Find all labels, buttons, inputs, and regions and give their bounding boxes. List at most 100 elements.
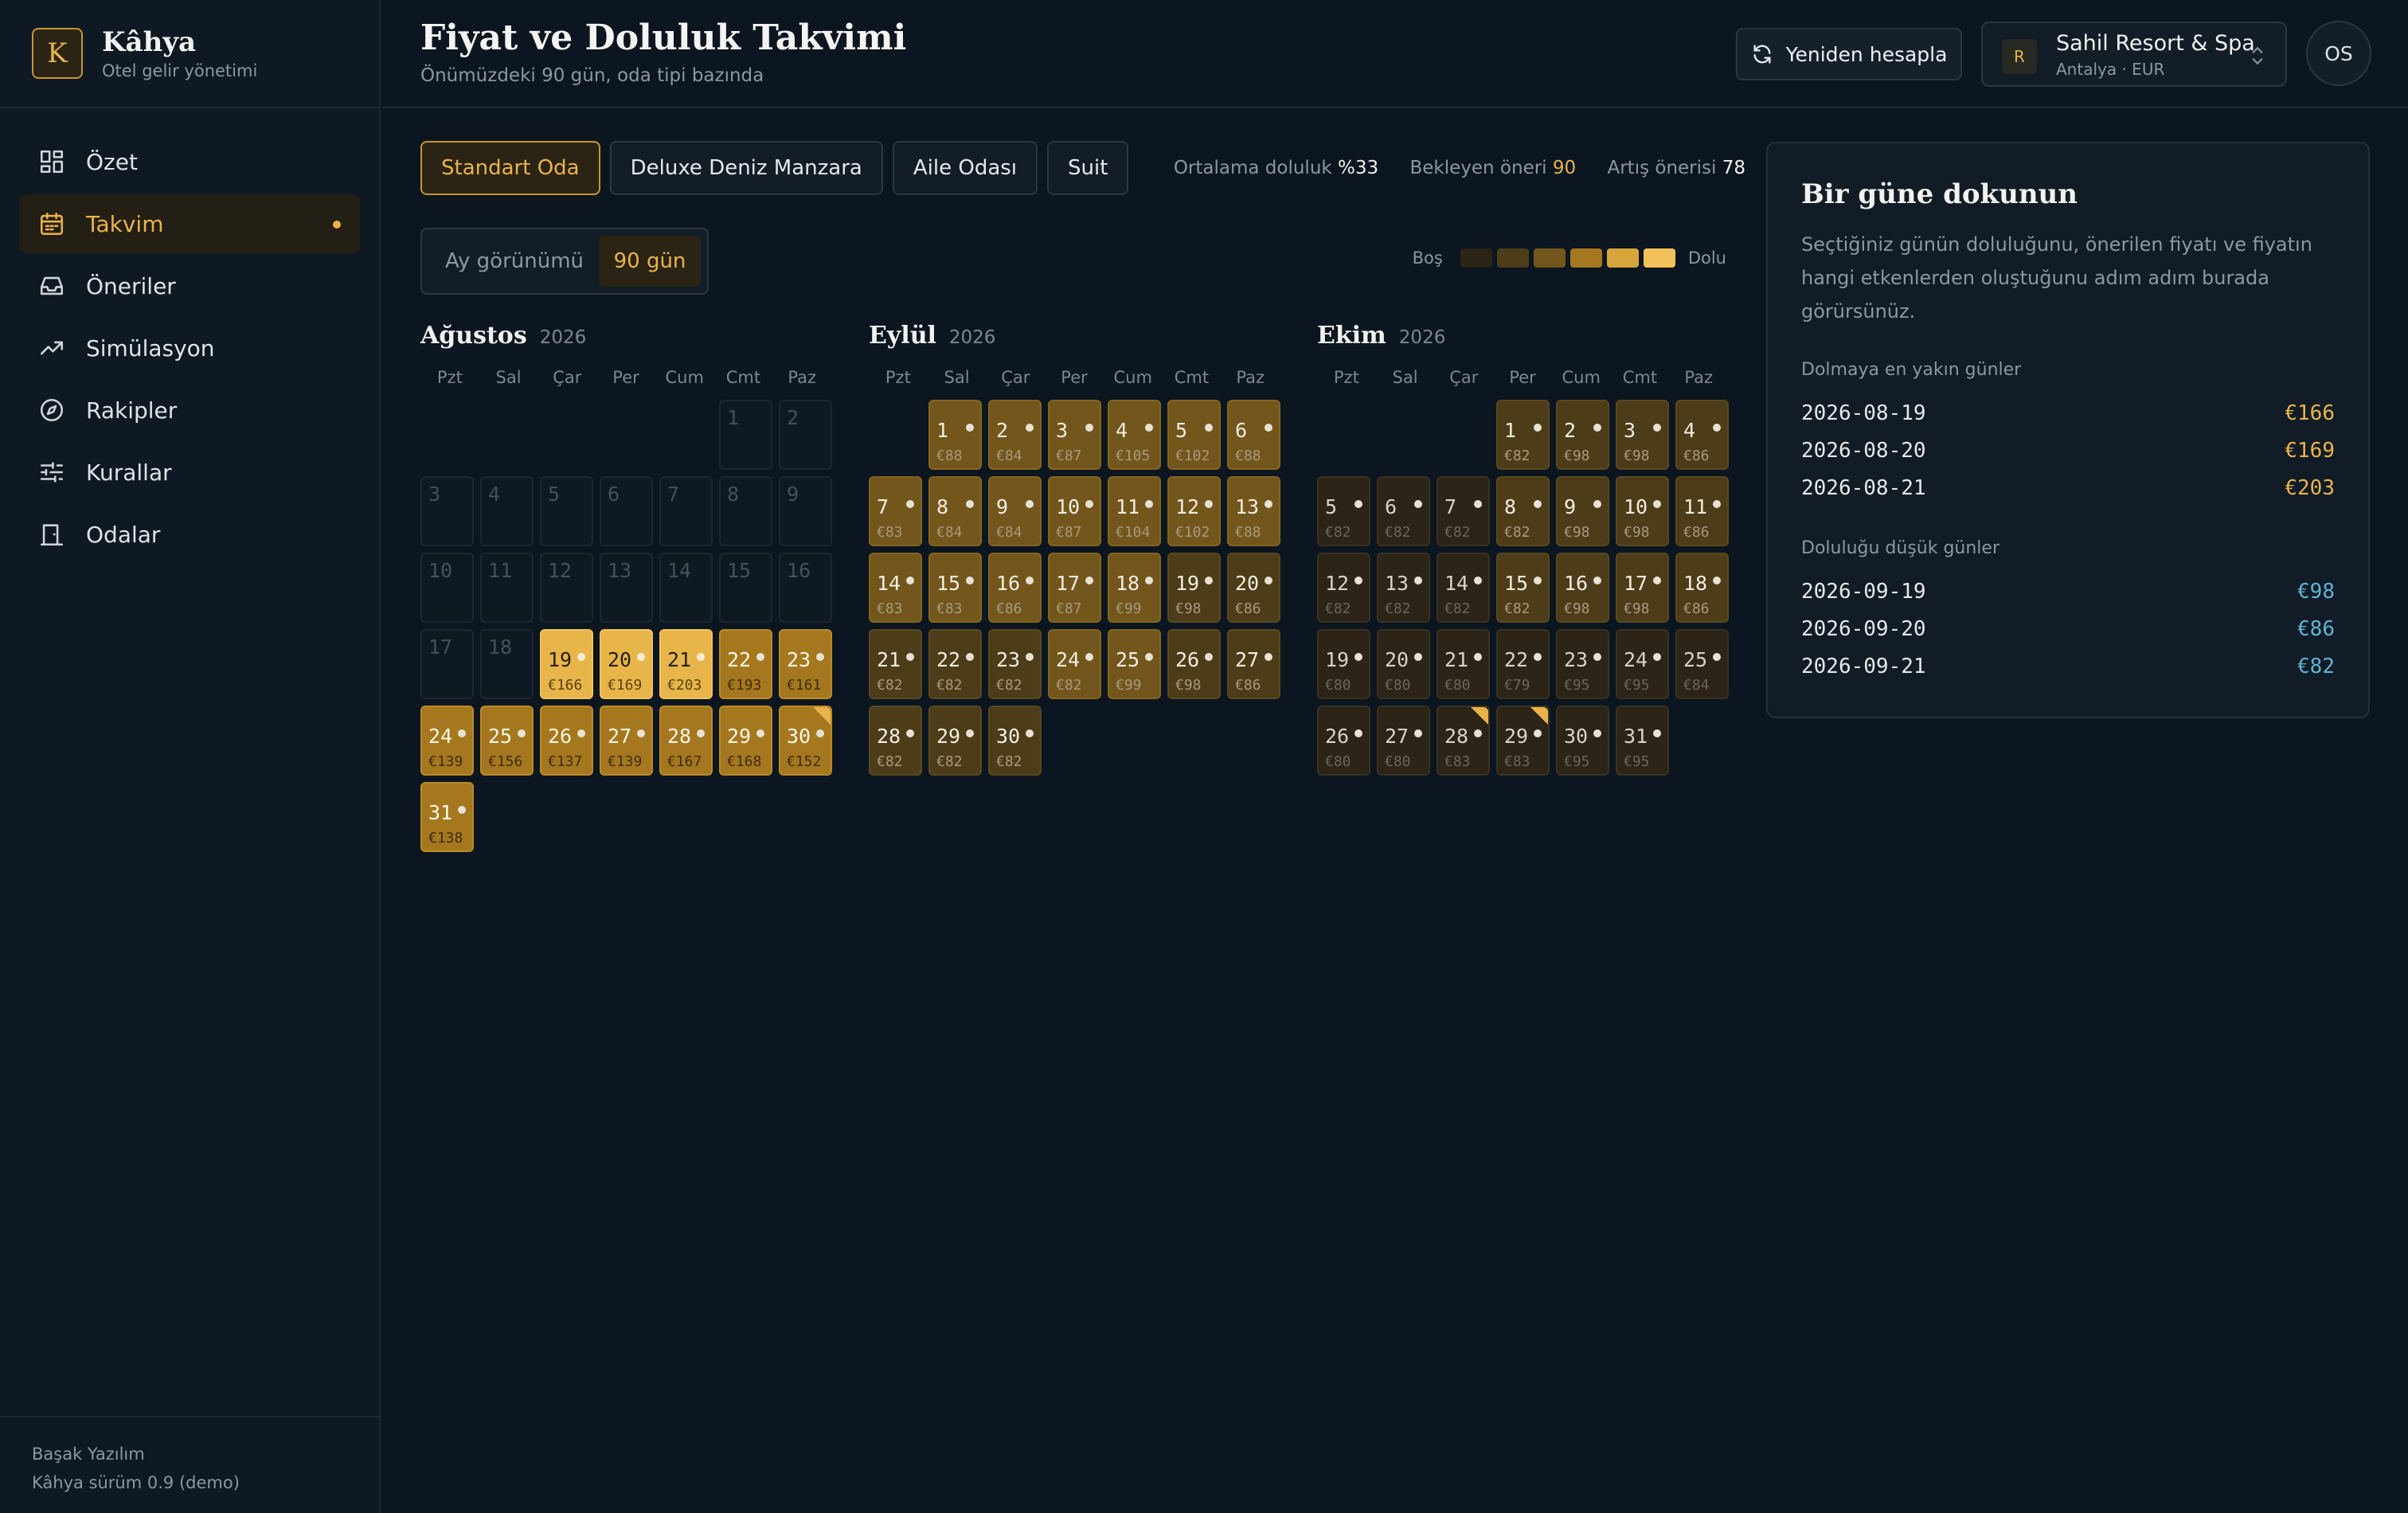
day-cell[interactable]: 4 €86 xyxy=(1675,400,1729,470)
day-cell[interactable]: 19 €80 xyxy=(1317,629,1370,699)
day-cell[interactable]: 2 €84 xyxy=(988,400,1042,470)
day-cell[interactable]: 11 €104 xyxy=(1108,476,1161,546)
panel-row[interactable]: 2026-08-21 €203 xyxy=(1801,469,2335,506)
tab-room-3[interactable]: Suit xyxy=(1047,141,1129,195)
day-cell[interactable]: 25 €99 xyxy=(1108,629,1161,699)
day-cell[interactable]: 9 €84 xyxy=(988,476,1042,546)
sidebar-item-2[interactable]: Öneriler xyxy=(19,256,360,315)
day-cell[interactable]: 20 €80 xyxy=(1377,629,1430,699)
panel-row[interactable]: 2026-09-21 €82 xyxy=(1801,647,2335,685)
sidebar-item-5[interactable]: Kurallar xyxy=(19,443,360,502)
day-cell[interactable]: 30 €152 xyxy=(779,706,832,776)
legend-swatch xyxy=(1606,248,1639,268)
day-cell[interactable]: 3 €98 xyxy=(1616,400,1669,470)
panel-row[interactable]: 2026-08-20 €169 xyxy=(1801,432,2335,469)
day-cell[interactable]: 24 €82 xyxy=(1048,629,1101,699)
tab-room-0[interactable]: Standart Oda xyxy=(420,141,600,195)
day-cell[interactable]: 11 €86 xyxy=(1675,476,1729,546)
day-cell[interactable]: 21 €203 xyxy=(659,629,713,699)
day-cell[interactable]: 26 €137 xyxy=(540,706,593,776)
day-number: 31 xyxy=(1624,725,1648,748)
day-cell[interactable]: 26 €80 xyxy=(1317,706,1370,776)
day-cell[interactable]: 23 €161 xyxy=(779,629,832,699)
day-cell[interactable]: 19 €166 xyxy=(540,629,593,699)
day-cell[interactable]: 6 €82 xyxy=(1377,476,1430,546)
day-cell[interactable]: 23 €95 xyxy=(1556,629,1609,699)
day-cell[interactable]: 26 €98 xyxy=(1167,629,1221,699)
day-cell[interactable]: 2 €98 xyxy=(1556,400,1609,470)
trend-icon xyxy=(40,341,64,355)
day-cell[interactable]: 16 €86 xyxy=(988,553,1042,623)
day-cell[interactable]: 20 €86 xyxy=(1227,553,1280,623)
day-cell[interactable]: 20 €169 xyxy=(600,629,653,699)
day-cell[interactable]: 27 €86 xyxy=(1227,629,1280,699)
day-cell[interactable]: 15 €82 xyxy=(1496,553,1550,623)
day-cell[interactable]: 27 €80 xyxy=(1377,706,1430,776)
day-cell[interactable]: 22 €193 xyxy=(719,629,772,699)
day-cell[interactable]: 1 €88 xyxy=(928,400,982,470)
day-cell[interactable]: 29 €83 xyxy=(1496,706,1550,776)
day-cell[interactable]: 27 €139 xyxy=(600,706,653,776)
ninety-day-view-button[interactable]: 90 gün xyxy=(599,236,701,287)
day-cell[interactable]: 6 €88 xyxy=(1227,400,1280,470)
day-cell[interactable]: 25 €156 xyxy=(480,706,534,776)
day-cell[interactable]: 17 €98 xyxy=(1616,553,1669,623)
panel-row[interactable]: 2026-08-19 €166 xyxy=(1801,394,2335,432)
day-cell[interactable]: 4 €105 xyxy=(1108,400,1161,470)
day-cell[interactable]: 31 €138 xyxy=(420,782,474,852)
day-cell[interactable]: 23 €82 xyxy=(988,629,1042,699)
day-cell[interactable]: 31 €95 xyxy=(1616,706,1669,776)
day-cell[interactable]: 21 €80 xyxy=(1437,629,1490,699)
day-cell[interactable]: 12 €82 xyxy=(1317,553,1370,623)
day-cell[interactable]: 18 €99 xyxy=(1108,553,1161,623)
day-cell[interactable]: 29 €168 xyxy=(719,706,772,776)
day-cell[interactable]: 29 €82 xyxy=(928,706,982,776)
day-cell[interactable]: 22 €82 xyxy=(928,629,982,699)
day-cell[interactable]: 24 €139 xyxy=(420,706,474,776)
day-cell[interactable]: 15 €83 xyxy=(928,553,982,623)
day-cell[interactable]: 18 €86 xyxy=(1675,553,1729,623)
hotel-selector[interactable]: R Sahil Resort & Spa Antalya · EUR xyxy=(1981,22,2287,87)
month-view-button[interactable]: Ay görünümü xyxy=(428,236,600,287)
day-cell[interactable]: 5 €82 xyxy=(1317,476,1370,546)
day-cell[interactable]: 9 €98 xyxy=(1556,476,1609,546)
day-cell[interactable]: 17 €87 xyxy=(1048,553,1101,623)
tab-room-2[interactable]: Aile Odası xyxy=(892,141,1038,195)
day-cell[interactable]: 3 €87 xyxy=(1048,400,1101,470)
day-cell[interactable]: 8 €82 xyxy=(1496,476,1550,546)
day-cell[interactable]: 21 €82 xyxy=(869,629,922,699)
weekday-label: Pzt xyxy=(436,368,463,387)
day-cell[interactable]: 7 €83 xyxy=(869,476,922,546)
day-cell[interactable]: 30 €95 xyxy=(1556,706,1609,776)
day-cell[interactable]: 22 €79 xyxy=(1496,629,1550,699)
sidebar-item-3[interactable]: Simülasyon xyxy=(19,319,360,377)
day-cell[interactable]: 28 €82 xyxy=(869,706,922,776)
day-cell[interactable]: 8 €84 xyxy=(928,476,982,546)
day-cell[interactable]: 13 €88 xyxy=(1227,476,1280,546)
day-cell[interactable]: 10 €98 xyxy=(1616,476,1669,546)
day-cell[interactable]: 7 €82 xyxy=(1437,476,1490,546)
sidebar-item-6[interactable]: Odalar xyxy=(19,505,360,564)
day-cell[interactable]: 13 €82 xyxy=(1377,553,1430,623)
tab-room-1[interactable]: Deluxe Deniz Manzara xyxy=(609,141,883,195)
day-cell[interactable]: 12 €102 xyxy=(1167,476,1221,546)
day-cell[interactable]: 1 €82 xyxy=(1496,400,1550,470)
day-cell[interactable]: 28 €83 xyxy=(1437,706,1490,776)
day-cell[interactable]: 25 €84 xyxy=(1675,629,1729,699)
panel-row[interactable]: 2026-09-20 €86 xyxy=(1801,610,2335,647)
day-cell[interactable]: 5 €102 xyxy=(1167,400,1221,470)
day-cell[interactable]: 16 €98 xyxy=(1556,553,1609,623)
day-cell[interactable]: 10 €87 xyxy=(1048,476,1101,546)
panel-row[interactable]: 2026-09-19 €98 xyxy=(1801,573,2335,610)
sidebar-item-0[interactable]: Özet xyxy=(19,132,360,191)
day-cell[interactable]: 24 €95 xyxy=(1616,629,1669,699)
day-cell[interactable]: 14 €83 xyxy=(869,553,922,623)
recalculate-button[interactable]: Yeniden hesapla xyxy=(1736,28,1962,80)
day-cell[interactable]: 19 €98 xyxy=(1167,553,1221,623)
day-cell[interactable]: 30 €82 xyxy=(988,706,1042,776)
day-cell[interactable]: 28 €167 xyxy=(659,706,713,776)
sidebar-item-4[interactable]: Rakipler xyxy=(19,381,360,440)
day-cell[interactable]: 14 €82 xyxy=(1437,553,1490,623)
sidebar-item-1[interactable]: Takvim xyxy=(19,194,360,253)
user-avatar[interactable]: OS xyxy=(2306,21,2371,86)
